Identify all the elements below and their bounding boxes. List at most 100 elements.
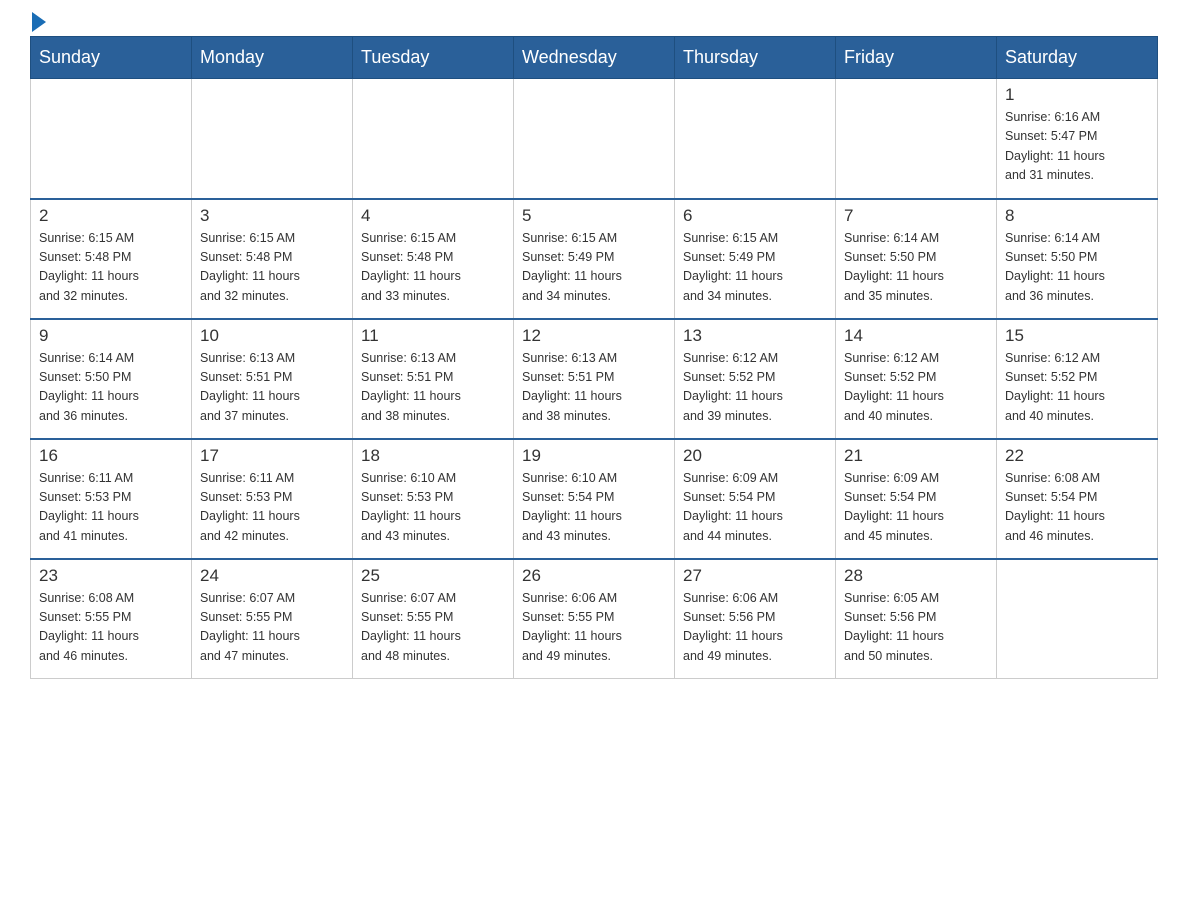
- calendar-cell: [353, 79, 514, 199]
- calendar-cell: 22 Sunrise: 6:08 AM Sunset: 5:54 PM Dayli…: [997, 439, 1158, 559]
- day-info: Sunrise: 6:06 AM Sunset: 5:55 PM Dayligh…: [522, 589, 666, 667]
- day-number: 7: [844, 206, 988, 226]
- calendar-cell: 6 Sunrise: 6:15 AM Sunset: 5:49 PM Daylig…: [675, 199, 836, 319]
- calendar-cell: 21 Sunrise: 6:09 AM Sunset: 5:54 PM Dayli…: [836, 439, 997, 559]
- day-info: Sunrise: 6:10 AM Sunset: 5:54 PM Dayligh…: [522, 469, 666, 547]
- calendar-cell: 10 Sunrise: 6:13 AM Sunset: 5:51 PM Dayli…: [192, 319, 353, 439]
- day-info: Sunrise: 6:14 AM Sunset: 5:50 PM Dayligh…: [844, 229, 988, 307]
- day-number: 18: [361, 446, 505, 466]
- day-number: 13: [683, 326, 827, 346]
- calendar-cell: 26 Sunrise: 6:06 AM Sunset: 5:55 PM Dayli…: [514, 559, 675, 679]
- day-number: 11: [361, 326, 505, 346]
- day-info: Sunrise: 6:15 AM Sunset: 5:48 PM Dayligh…: [200, 229, 344, 307]
- day-info: Sunrise: 6:15 AM Sunset: 5:48 PM Dayligh…: [39, 229, 183, 307]
- day-info: Sunrise: 6:13 AM Sunset: 5:51 PM Dayligh…: [361, 349, 505, 427]
- day-info: Sunrise: 6:09 AM Sunset: 5:54 PM Dayligh…: [844, 469, 988, 547]
- calendar-cell: 20Sunrise: 6:09 AM Sunset: 5:54 PM Dayli…: [675, 439, 836, 559]
- header-tuesday: Tuesday: [353, 37, 514, 79]
- header-thursday: Thursday: [675, 37, 836, 79]
- day-info: Sunrise: 6:11 AM Sunset: 5:53 PM Dayligh…: [39, 469, 183, 547]
- day-info: Sunrise: 6:12 AM Sunset: 5:52 PM Dayligh…: [1005, 349, 1149, 427]
- day-info: Sunrise: 6:07 AM Sunset: 5:55 PM Dayligh…: [200, 589, 344, 667]
- day-number: 14: [844, 326, 988, 346]
- day-info: Sunrise: 6:15 AM Sunset: 5:49 PM Dayligh…: [522, 229, 666, 307]
- header-saturday: Saturday: [997, 37, 1158, 79]
- day-number: 24: [200, 566, 344, 586]
- day-number: 9: [39, 326, 183, 346]
- day-info: Sunrise: 6:10 AM Sunset: 5:53 PM Dayligh…: [361, 469, 505, 547]
- day-info: Sunrise: 6:15 AM Sunset: 5:48 PM Dayligh…: [361, 229, 505, 307]
- calendar-cell: 19 Sunrise: 6:10 AM Sunset: 5:54 PM Dayli…: [514, 439, 675, 559]
- day-info: Sunrise: 6:07 AM Sunset: 5:55 PM Dayligh…: [361, 589, 505, 667]
- calendar-cell: 24 Sunrise: 6:07 AM Sunset: 5:55 PM Dayli…: [192, 559, 353, 679]
- day-info: Sunrise: 6:14 AM Sunset: 5:50 PM Dayligh…: [39, 349, 183, 427]
- day-number: 2: [39, 206, 183, 226]
- day-info: Sunrise: 6:15 AM Sunset: 5:49 PM Dayligh…: [683, 229, 827, 307]
- calendar-cell: 2 Sunrise: 6:15 AM Sunset: 5:48 PM Daylig…: [31, 199, 192, 319]
- day-number: 21: [844, 446, 988, 466]
- calendar-cell: 12 Sunrise: 6:13 AM Sunset: 5:51 PM Dayli…: [514, 319, 675, 439]
- calendar-cell: [31, 79, 192, 199]
- calendar-cell: [192, 79, 353, 199]
- calendar-header-row: Sunday Monday Tuesday Wednesday Thursday…: [31, 37, 1158, 79]
- calendar-cell: 5 Sunrise: 6:15 AM Sunset: 5:49 PM Daylig…: [514, 199, 675, 319]
- week-row-2: 2 Sunrise: 6:15 AM Sunset: 5:48 PM Daylig…: [31, 199, 1158, 319]
- day-number: 6: [683, 206, 827, 226]
- calendar-cell: 14 Sunrise: 6:12 AM Sunset: 5:52 PM Dayli…: [836, 319, 997, 439]
- page-header: [30, 20, 1158, 26]
- day-info: Sunrise: 6:09 AM Sunset: 5:54 PM Dayligh…: [683, 469, 827, 547]
- day-number: 26: [522, 566, 666, 586]
- calendar-cell: 17 Sunrise: 6:11 AM Sunset: 5:53 PM Dayli…: [192, 439, 353, 559]
- day-number: 15: [1005, 326, 1149, 346]
- day-info: Sunrise: 6:11 AM Sunset: 5:53 PM Dayligh…: [200, 469, 344, 547]
- logo: [30, 20, 46, 26]
- day-number: 4: [361, 206, 505, 226]
- day-info: Sunrise: 6:13 AM Sunset: 5:51 PM Dayligh…: [522, 349, 666, 427]
- calendar-cell: 4 Sunrise: 6:15 AM Sunset: 5:48 PM Daylig…: [353, 199, 514, 319]
- day-info: Sunrise: 6:16 AM Sunset: 5:47 PM Dayligh…: [1005, 108, 1149, 186]
- week-row-3: 9 Sunrise: 6:14 AM Sunset: 5:50 PM Daylig…: [31, 319, 1158, 439]
- calendar-cell: 3 Sunrise: 6:15 AM Sunset: 5:48 PM Daylig…: [192, 199, 353, 319]
- day-number: 25: [361, 566, 505, 586]
- week-row-1: 1Sunrise: 6:16 AM Sunset: 5:47 PM Daylig…: [31, 79, 1158, 199]
- day-number: 10: [200, 326, 344, 346]
- calendar-cell: 9 Sunrise: 6:14 AM Sunset: 5:50 PM Daylig…: [31, 319, 192, 439]
- day-info: Sunrise: 6:08 AM Sunset: 5:55 PM Dayligh…: [39, 589, 183, 667]
- calendar-cell: 16 Sunrise: 6:11 AM Sunset: 5:53 PM Dayli…: [31, 439, 192, 559]
- calendar-cell: 25 Sunrise: 6:07 AM Sunset: 5:55 PM Dayli…: [353, 559, 514, 679]
- week-row-4: 16 Sunrise: 6:11 AM Sunset: 5:53 PM Dayli…: [31, 439, 1158, 559]
- calendar-cell: 11 Sunrise: 6:13 AM Sunset: 5:51 PM Dayli…: [353, 319, 514, 439]
- day-info: Sunrise: 6:12 AM Sunset: 5:52 PM Dayligh…: [844, 349, 988, 427]
- day-number: 16: [39, 446, 183, 466]
- day-number: 17: [200, 446, 344, 466]
- calendar-cell: 15 Sunrise: 6:12 AM Sunset: 5:52 PM Dayli…: [997, 319, 1158, 439]
- calendar-cell: 8 Sunrise: 6:14 AM Sunset: 5:50 PM Daylig…: [997, 199, 1158, 319]
- day-info: Sunrise: 6:06 AM Sunset: 5:56 PM Dayligh…: [683, 589, 827, 667]
- day-number: 8: [1005, 206, 1149, 226]
- day-number: 19: [522, 446, 666, 466]
- day-info: Sunrise: 6:05 AM Sunset: 5:56 PM Dayligh…: [844, 589, 988, 667]
- day-number: 22: [1005, 446, 1149, 466]
- day-number: 3: [200, 206, 344, 226]
- logo-arrow-icon: [32, 12, 46, 32]
- calendar-cell: 28 Sunrise: 6:05 AM Sunset: 5:56 PM Dayli…: [836, 559, 997, 679]
- calendar-table: Sunday Monday Tuesday Wednesday Thursday…: [30, 36, 1158, 679]
- calendar-cell: [997, 559, 1158, 679]
- header-sunday: Sunday: [31, 37, 192, 79]
- day-number: 23: [39, 566, 183, 586]
- day-info: Sunrise: 6:14 AM Sunset: 5:50 PM Dayligh…: [1005, 229, 1149, 307]
- calendar-cell: [514, 79, 675, 199]
- calendar-cell: 1Sunrise: 6:16 AM Sunset: 5:47 PM Daylig…: [997, 79, 1158, 199]
- day-number: 28: [844, 566, 988, 586]
- header-friday: Friday: [836, 37, 997, 79]
- calendar-cell: [675, 79, 836, 199]
- day-number: 5: [522, 206, 666, 226]
- week-row-5: 23 Sunrise: 6:08 AM Sunset: 5:55 PM Dayli…: [31, 559, 1158, 679]
- day-info: Sunrise: 6:08 AM Sunset: 5:54 PM Dayligh…: [1005, 469, 1149, 547]
- day-number: 27: [683, 566, 827, 586]
- header-wednesday: Wednesday: [514, 37, 675, 79]
- day-info: Sunrise: 6:13 AM Sunset: 5:51 PM Dayligh…: [200, 349, 344, 427]
- calendar-cell: [836, 79, 997, 199]
- day-number: 12: [522, 326, 666, 346]
- calendar-cell: 27 Sunrise: 6:06 AM Sunset: 5:56 PM Dayli…: [675, 559, 836, 679]
